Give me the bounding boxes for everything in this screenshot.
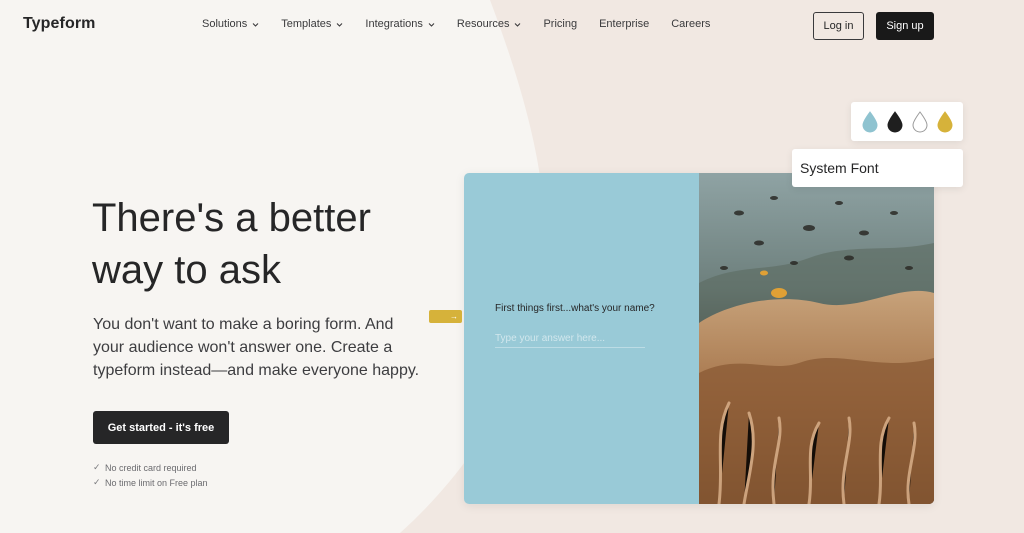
theme-color-picker xyxy=(851,102,963,141)
coral-reef-image xyxy=(699,173,934,504)
typeform-logo[interactable]: Typeform xyxy=(23,15,96,33)
benefit-list: ✓ No credit card required ✓ No time limi… xyxy=(93,460,208,490)
form-preview-card: First things first...what's your name? T… xyxy=(464,173,934,504)
nav-item-label: Careers xyxy=(671,18,711,30)
benefit-text: No time limit on Free plan xyxy=(105,477,208,488)
hero-title-line-2: way to ask xyxy=(92,248,281,292)
color-swatch[interactable] xyxy=(936,110,954,133)
nav-item-careers[interactable]: Careers xyxy=(671,18,710,30)
checkmark-icon: ✓ xyxy=(93,477,101,487)
color-swatch[interactable] xyxy=(861,110,879,133)
nav-item-solutions[interactable]: Solutions xyxy=(202,18,259,30)
get-started-button[interactable]: Get started - it's free xyxy=(93,411,229,444)
hero-title: There's a better way to ask xyxy=(92,192,452,296)
font-selector[interactable]: System Font xyxy=(792,149,963,187)
benefit-item: ✓ No time limit on Free plan xyxy=(93,475,208,490)
nav-item-label: Templates xyxy=(281,18,332,30)
color-swatch[interactable] xyxy=(886,110,904,133)
form-preview-panel: First things first...what's your name? T… xyxy=(464,173,699,504)
form-question: First things first...what's your name? xyxy=(495,303,655,314)
nav-item-enterprise[interactable]: Enterprise xyxy=(599,18,649,30)
checkmark-icon: ✓ xyxy=(93,462,101,472)
nav-item-integrations[interactable]: Integrations xyxy=(365,18,435,30)
main-nav: Solutions Templates Integrations Resources P… xyxy=(202,18,710,30)
nav-item-templates[interactable]: Templates xyxy=(281,18,343,30)
hero-subtitle: You don't want to make a boring form. An… xyxy=(93,313,433,382)
nav-item-label: Integrations xyxy=(365,18,423,30)
nav-item-pricing[interactable]: Pricing xyxy=(543,18,577,30)
site-header: Typeform Solutions Templates Integrations R… xyxy=(0,0,1024,52)
hero-title-line-1: There's a better xyxy=(92,196,371,240)
hero-subtitle-line-2: your audience won't answer one. Create a xyxy=(93,339,393,356)
nav-item-label: Pricing xyxy=(543,18,578,30)
chevron-down-icon xyxy=(428,21,435,28)
benefit-item: ✓ No credit card required xyxy=(93,460,208,475)
chevron-down-icon xyxy=(252,21,259,28)
benefit-text: No credit card required xyxy=(105,462,197,473)
hero-subtitle-line-3: typeform instead—and make everyone happy… xyxy=(93,362,420,379)
nav-item-resources[interactable]: Resources xyxy=(457,18,522,30)
nav-item-label: Resources xyxy=(456,18,510,30)
answer-input[interactable]: Type your answer here... xyxy=(495,333,645,348)
nav-item-label: Enterprise xyxy=(599,18,650,30)
hero-subtitle-line-1: You don't want to make a boring form. An… xyxy=(93,316,394,333)
login-button[interactable]: Log in xyxy=(813,12,864,40)
color-swatch[interactable] xyxy=(911,110,929,133)
chevron-down-icon xyxy=(514,21,521,28)
nav-item-label: Solutions xyxy=(202,18,248,30)
chevron-down-icon xyxy=(336,21,343,28)
signup-button[interactable]: Sign up xyxy=(876,12,934,40)
next-button[interactable]: → xyxy=(429,310,462,323)
